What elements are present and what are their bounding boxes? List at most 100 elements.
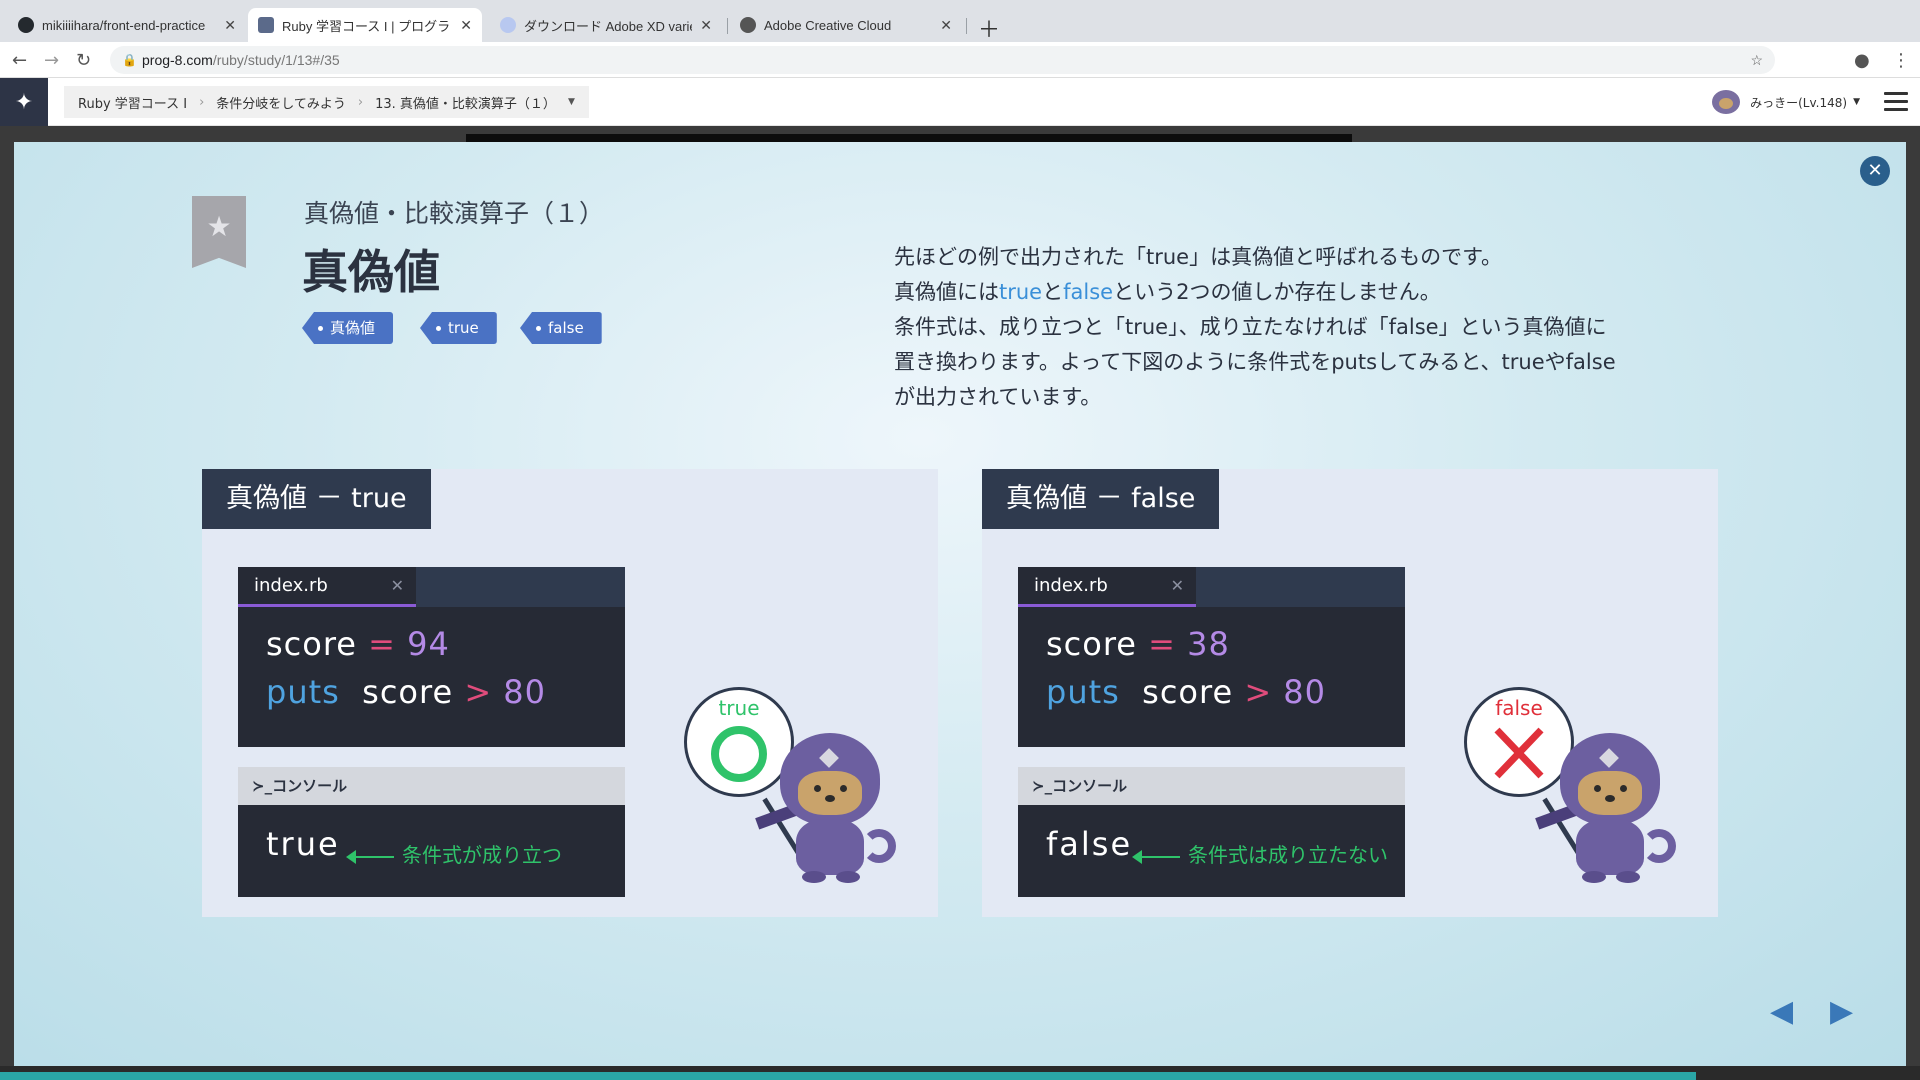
code-number: 94 [407,625,450,663]
editor-tab-file[interactable]: index.rb ✕ [238,567,416,607]
hamburger-menu-icon[interactable] [1884,92,1908,116]
url-field[interactable]: 🔒 prog-8.com/ruby/study/1/13#/35 ☆ [110,46,1775,74]
output-note: 条件式が成り立つ [346,839,562,868]
note-text: 条件式が成り立つ [402,843,562,867]
adobe-xd-icon [500,17,516,33]
desc-line: が出力されています。 [894,385,1102,409]
close-tab-icon[interactable]: ✕ [224,17,236,34]
bottom-bar [0,1066,1920,1080]
editor-tabs: index.rb ✕ [238,567,625,607]
console-header: ≻_コンソール [1018,767,1405,805]
url-path: /ruby/study/1/13#/35 [212,52,340,68]
desc-line: 真偽値にはtrueとfalseという2つの値しか存在しません。 [894,275,1714,310]
code-line-1: score = 94 [266,625,450,663]
reload-icon[interactable]: ↻ [76,50,91,71]
tab-title: mikiiiihara/front-end-practice [42,17,206,33]
tab-github[interactable]: mikiiiihara/front-end-practice ✕ [8,8,246,42]
tab-title: ダウンロード Adobe XD varies-v [524,18,692,34]
tag-true[interactable]: true [420,312,497,344]
terminal-icon: ≻_ [1032,777,1053,795]
console-output: false [1046,825,1133,863]
ninja-mascot-icon [1535,733,1676,883]
slide-description: 先ほどの例で出力された「true」は真偽値と呼ばれるものです。 真偽値にはtru… [894,240,1714,415]
console: ≻_コンソール true 条件式が成り立つ [238,767,625,897]
caret-down-icon: ▼ [1853,97,1860,107]
ninja-mascot-icon [755,733,896,883]
arrow-left-icon [1132,849,1180,864]
code-var: score [266,625,357,663]
code-editor: index.rb ✕ score = 38 puts score > 80 [1018,567,1405,747]
tag-false[interactable]: false [520,312,602,344]
chevron-right-icon: › [199,94,205,110]
panel-heading: 真偽値 － true [202,469,431,529]
chevron-right-icon: › [357,94,364,110]
url-host: prog-8.com [142,52,213,68]
forward-icon[interactable]: → [44,50,59,71]
close-icon[interactable]: ✕ [1860,156,1890,186]
next-slide-icon[interactable]: ▶ [1830,994,1853,1029]
desc-line: 先ほどの例で出力された「true」は真偽値と呼ばれるものです。 [894,245,1502,269]
code-number: 80 [1283,673,1327,711]
code-keyword: puts [1046,673,1120,711]
panel-true: 真偽値 － true index.rb ✕ score = 94 puts sco… [202,469,938,917]
breadcrumb: Ruby 学習コース Ⅰ › 条件分岐をしてみよう › 13. 真偽値・比較演算… [64,86,589,118]
tab-divider [966,18,967,34]
tab-ruby-course[interactable]: Ruby 学習コース I | プログラミン ✕ [248,8,482,42]
back-icon[interactable]: ← [12,50,27,71]
code-line-2: puts score > 80 [266,673,546,711]
bookmark-star-icon[interactable]: ☆ [1750,46,1763,74]
arrow-left-icon [346,849,394,864]
close-tab-icon[interactable]: ✕ [940,17,952,34]
code-line-2: puts score > 80 [1046,673,1326,711]
output-note: 条件式は成り立たない [1132,839,1388,868]
code-keyword: puts [266,673,340,711]
note-text: 条件式は成り立たない [1188,843,1388,867]
caret-down-icon[interactable]: ▼ [568,97,575,107]
bookmark-ribbon-icon[interactable]: ★ [192,196,246,268]
breadcrumb-chapter[interactable]: 条件分岐をしてみよう [216,93,346,112]
code-var: score [362,673,454,711]
tag-label: true [448,319,479,337]
profile-icon[interactable]: ● [1854,50,1870,71]
prev-slide-icon[interactable]: ◀ [1770,994,1793,1029]
browser-menu-icon[interactable]: ⋮ [1892,50,1910,71]
browser-tab-bar: mikiiiihara/front-end-practice ✕ Ruby 学習… [0,0,1920,44]
breadcrumb-lesson[interactable]: 13. 真偽値・比較演算子（１） [375,93,556,112]
close-tab-icon[interactable]: ✕ [460,17,472,34]
tab-creative-cloud[interactable]: Adobe Creative Cloud ✕ [730,8,962,42]
code-var: score [1046,625,1137,663]
video-strip [466,134,1352,142]
tab-title: Ruby 学習コース I | プログラミン [282,18,452,34]
lock-icon: 🔒 [122,53,137,67]
file-name: index.rb [254,575,328,596]
console: ≻_コンソール false 条件式は成り立たない [1018,767,1405,897]
user-menu[interactable]: みっきー(Lv.148) ▼ [1712,90,1860,114]
code-number: 80 [503,673,547,711]
breadcrumb-course[interactable]: Ruby 学習コース Ⅰ [78,93,187,112]
tag-shingichi[interactable]: 真偽値 [302,312,394,344]
avatar [1712,90,1741,114]
progress-bar [0,1072,1696,1080]
console-label: コンソール [1052,777,1128,795]
progate-icon [258,17,274,33]
code-operator: = [1148,625,1176,663]
new-tab-button[interactable]: ＋ [978,12,1000,44]
star-icon: ★ [206,210,232,243]
site-header: ✦ Ruby 学習コース Ⅰ › 条件分岐をしてみよう › 13. 真偽値・比較… [0,78,1920,126]
tab-adobe-xd[interactable]: ダウンロード Adobe XD varies-v ✕ [490,8,722,42]
console-label: コンソール [272,777,348,795]
slide-title: 真偽値 [302,245,440,299]
close-icon[interactable]: ✕ [391,567,404,605]
close-icon[interactable]: ✕ [1171,567,1184,605]
desc-text: という2つの値しか存在しません。 [1113,280,1441,304]
desc-false: false [1063,280,1114,304]
close-tab-icon[interactable]: ✕ [700,17,712,34]
code-editor: index.rb ✕ score = 94 puts score > 80 [238,567,625,747]
creative-cloud-icon [740,17,756,33]
code-operator: > [464,673,493,711]
tag-label: false [548,319,584,337]
site-logo-icon[interactable]: ✦ [0,78,48,126]
editor-tab-file[interactable]: index.rb ✕ [1018,567,1196,607]
tag-label: 真偽値 [330,319,376,337]
console-output: true [266,825,340,863]
